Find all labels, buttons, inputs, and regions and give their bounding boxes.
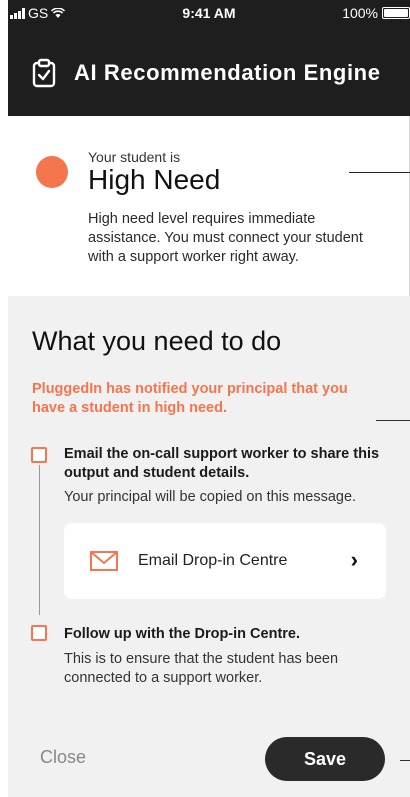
phone-screen: GS 9:41 AM 100% AI Recommendation Engine <box>0 0 410 797</box>
annotation-line <box>400 760 410 761</box>
battery-percent: 100% <box>342 5 378 21</box>
task-1-title: Email the on-call support worker to shar… <box>64 446 380 481</box>
status-right: 100% <box>342 5 410 21</box>
task-2-subtitle: This is to ensure that the student has b… <box>64 651 339 686</box>
mail-icon <box>90 551 118 571</box>
need-level: High Need <box>88 164 221 195</box>
chevron-right-icon: › <box>350 547 358 572</box>
email-drop-in-button[interactable]: Email Drop-in Centre › <box>64 523 386 599</box>
principal-notice: PluggedIn has notified your principal th… <box>32 381 348 416</box>
need-label: Your student is <box>88 149 181 165</box>
app-bar: AI Recommendation Engine <box>32 58 381 88</box>
action-section: What you need to do PluggedIn has notifi… <box>8 296 410 797</box>
task-1-checkbox[interactable] <box>31 447 47 463</box>
task-2-checkbox[interactable] <box>31 625 47 641</box>
battery-icon <box>382 7 410 19</box>
task-timeline <box>39 465 40 615</box>
annotation-line <box>376 420 410 421</box>
section-title: What you need to do <box>32 326 282 356</box>
app-title: AI Recommendation Engine <box>74 60 381 85</box>
status-bar: GS 9:41 AM 100% <box>8 0 410 28</box>
email-button-label: Email Drop-in Centre <box>138 552 288 569</box>
annotation-line <box>349 172 410 173</box>
task-2-title: Follow up with the Drop-in Centre. <box>64 626 301 642</box>
need-assessment: Your student is High Need High need leve… <box>8 116 410 296</box>
need-description: High need level requires immediate assis… <box>88 211 363 265</box>
save-button[interactable]: Save <box>265 737 385 781</box>
clipboard-check-icon <box>32 58 56 88</box>
task-1-subtitle: Your principal will be copied on this me… <box>64 489 357 505</box>
need-indicator-dot <box>36 156 68 188</box>
close-button[interactable]: Close <box>40 747 86 768</box>
app-header: GS 9:41 AM 100% AI Recommendation Engine <box>8 0 410 116</box>
